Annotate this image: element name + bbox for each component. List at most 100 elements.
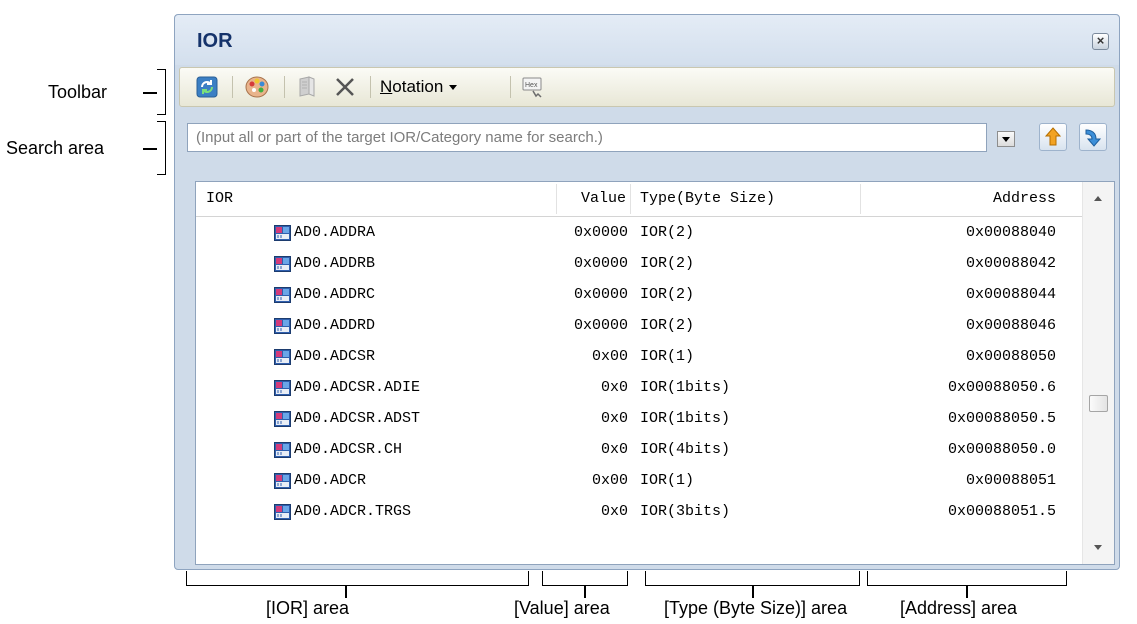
arrow-down-icon[interactable] [1079,123,1107,151]
callout-search-bracket [157,121,166,175]
delete-icon[interactable] [330,75,360,99]
callout-address-area: [Address] area [900,598,1018,618]
address-cell: 0x00088051.5 [947,503,1056,520]
register-icon [274,504,291,520]
value-cell[interactable]: 0x0000 [574,255,628,272]
callout-value-bracket [542,571,628,586]
ior-grid[interactable]: IOR Value Type(Byte Size) Address AD0.AD… [195,181,1115,565]
grid-header: IOR Value Type(Byte Size) Address [196,182,1082,217]
table-row[interactable]: AD0.ADCR 0x00 IOR(1) 0x00088051 [196,466,1082,497]
callout-toolbar-leader [143,92,157,94]
type-cell: IOR(4bits) [640,441,731,458]
type-cell: IOR(2) [640,224,695,241]
table-row[interactable]: AD0.ADDRD 0x0000 IOR(2) 0x00088046 [196,311,1082,342]
value-cell[interactable]: 0x0 [601,503,628,520]
table-row[interactable]: AD0.ADDRC 0x0000 IOR(2) 0x00088044 [196,280,1082,311]
callout-toolbar-bracket [157,69,166,115]
column-header-type[interactable]: Type(Byte Size) [640,190,775,207]
ior-name-cell: AD0.ADDRB [294,255,376,272]
value-cell[interactable]: 0x0000 [574,286,628,303]
scroll-up-arrow-icon[interactable] [1094,196,1102,201]
callout-type-area: [Type (Byte Size)] area [664,598,848,618]
register-icon [274,411,291,427]
vertical-scrollbar[interactable] [1082,182,1114,564]
hex-icon-label: Hex [525,82,538,89]
address-cell: 0x00088042 [965,255,1056,272]
callout-ior-area: [IOR] area [266,598,350,618]
value-cell[interactable]: 0x0000 [574,224,628,241]
toolbar-separator [232,76,233,98]
address-cell: 0x00088051 [965,472,1056,489]
table-row[interactable]: AD0.ADCSR.ADST 0x0 IOR(1bits) 0x00088050.5 [196,404,1082,435]
palette-icon[interactable] [242,75,272,99]
book-icon[interactable] [292,75,322,99]
scroll-thumb[interactable] [1089,395,1108,412]
toolbar-separator [510,76,511,98]
notation-mnemonic: N [380,77,393,96]
register-icon [274,287,291,303]
callout-value-area: [Value] area [514,598,610,618]
callout-type-bracket [645,571,860,586]
value-cell[interactable]: 0x00 [592,348,628,365]
scroll-down-arrow-icon[interactable] [1094,545,1102,550]
type-cell: IOR(2) [640,317,695,334]
value-cell[interactable]: 0x00 [592,472,628,489]
refresh-icon[interactable] [194,75,220,99]
arrow-up-icon[interactable] [1039,123,1067,151]
register-icon [274,256,291,272]
value-cell[interactable]: 0x0000 [574,317,628,334]
callout-value-leader [584,586,586,598]
column-header-value[interactable]: Value [581,190,626,207]
register-icon [274,318,291,334]
callout-search-area: Search area [6,138,105,158]
column-divider [556,184,557,214]
table-row[interactable]: AD0.ADCSR.CH 0x0 IOR(4bits) 0x00088050.0 [196,435,1082,466]
column-header-address[interactable]: Address [993,190,1056,207]
search-area: (Input all or part of the target IOR/Cat… [179,113,1115,159]
register-icon [274,380,291,396]
callout-ior-leader [345,586,347,598]
table-row[interactable]: AD0.ADCR.TRGS 0x0 IOR(3bits) 0x00088051.5 [196,497,1082,528]
register-icon [274,225,291,241]
panel-titlebar: IOR × [175,15,1119,65]
ior-name-cell: AD0.ADDRD [294,317,376,334]
callout-toolbar: Toolbar [48,82,108,102]
table-row[interactable]: AD0.ADDRB 0x0000 IOR(2) 0x00088042 [196,249,1082,280]
toolbar: Notation Hex [179,67,1115,107]
column-header-ior[interactable]: IOR [206,190,233,207]
address-cell: 0x00088044 [965,286,1056,303]
table-row[interactable]: AD0.ADCSR.ADIE 0x0 IOR(1bits) 0x00088050.6 [196,373,1082,404]
value-cell[interactable]: 0x0 [601,441,628,458]
address-cell: 0x00088050.5 [947,410,1056,427]
type-cell: IOR(2) [640,286,695,303]
column-divider [860,184,861,214]
ior-name-cell: AD0.ADDRC [294,286,376,303]
ior-name-cell: AD0.ADDRA [294,224,376,241]
table-row[interactable]: AD0.ADDRA 0x0000 IOR(2) 0x00088040 [196,218,1082,249]
type-cell: IOR(3bits) [640,503,731,520]
value-cell[interactable]: 0x0 [601,379,628,396]
ior-name-cell: AD0.ADCSR.ADIE [294,379,421,396]
address-cell: 0x00088046 [965,317,1056,334]
table-row[interactable]: AD0.ADCSR 0x00 IOR(1) 0x00088050 [196,342,1082,373]
ior-panel: IOR × Notation Hex (Input all or part of… [174,14,1120,570]
column-divider [630,184,631,214]
search-history-dropdown[interactable] [997,131,1015,147]
panel-title: IOR [197,30,233,52]
type-cell: IOR(1) [640,348,695,365]
notation-label-rest: otation [392,77,444,96]
register-icon [274,442,291,458]
type-cell: IOR(2) [640,255,695,272]
type-cell: IOR(1bits) [640,410,731,427]
callout-search-leader [143,148,157,150]
hex-icon[interactable]: Hex [518,75,548,99]
ior-name-cell: AD0.ADCR [294,472,367,489]
search-input[interactable]: (Input all or part of the target IOR/Cat… [187,123,987,152]
address-cell: 0x00088050.6 [947,379,1056,396]
value-cell[interactable]: 0x0 [601,410,628,427]
ior-name-cell: AD0.ADCSR [294,348,376,365]
notation-dropdown[interactable]: Notation [380,75,504,99]
ior-name-cell: AD0.ADCR.TRGS [294,503,412,520]
close-icon[interactable]: × [1092,33,1109,50]
callout-address-bracket [867,571,1067,586]
